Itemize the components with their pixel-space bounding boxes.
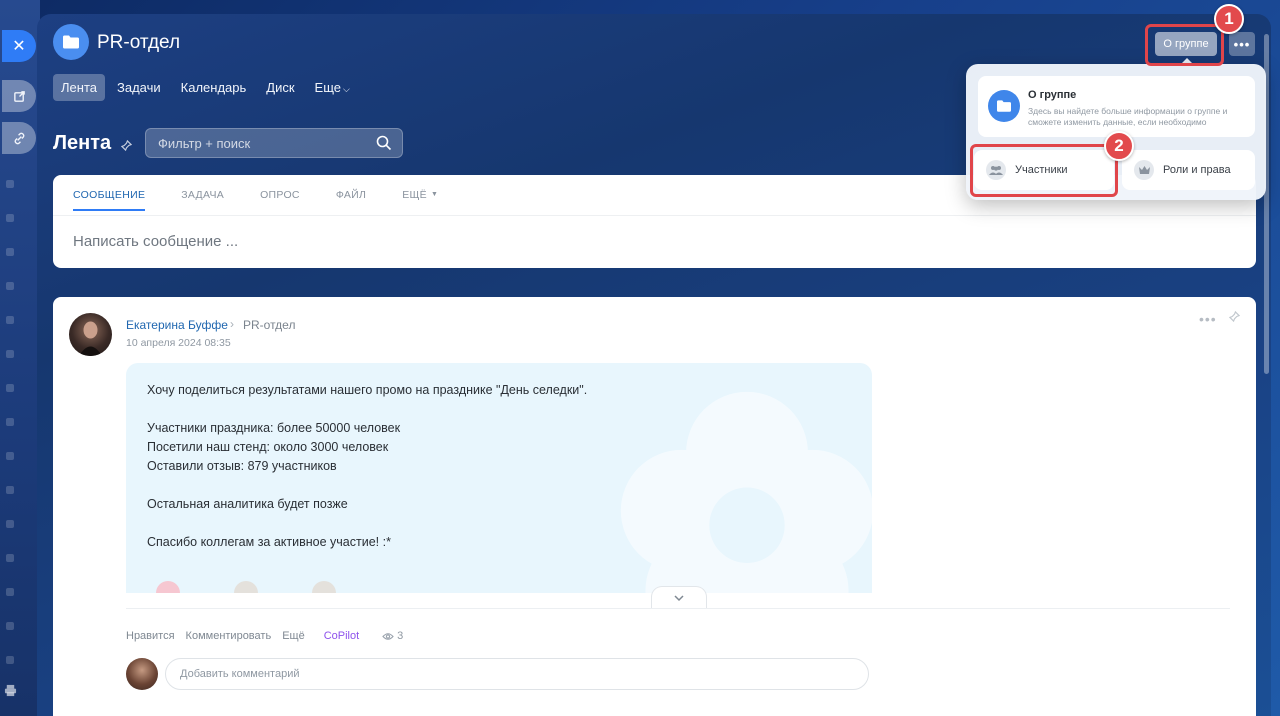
copilot-button[interactable]: CoPilot: [324, 630, 359, 642]
group-info-avatar: [988, 90, 1020, 122]
tab-file[interactable]: ФАЙЛ: [336, 189, 366, 211]
folder-icon: [63, 35, 79, 49]
folder-icon: [997, 100, 1011, 112]
chevron-right-icon: ›: [230, 317, 234, 331]
print-icon: [4, 684, 17, 700]
copy-link-button[interactable]: [2, 122, 36, 154]
post-line: Остальная аналитика будет позже: [147, 497, 348, 511]
step-badge-1: 1: [1214, 4, 1244, 34]
tab-message[interactable]: СООБЩЕНИЕ: [73, 189, 146, 211]
crown-icon: [1134, 160, 1154, 180]
search-input[interactable]: [146, 129, 366, 157]
views-count: 3: [397, 630, 404, 642]
left-panel: ✕: [0, 0, 40, 716]
close-slider-button[interactable]: ✕: [2, 30, 36, 62]
tab-task[interactable]: ЗАДАЧА: [181, 189, 224, 211]
highlight-members-button: [970, 144, 1118, 197]
feed-title: Лента: [53, 132, 112, 154]
highlight-about-button: [1145, 24, 1224, 66]
eye-icon: [382, 632, 394, 640]
more-options-button[interactable]: •••: [1229, 32, 1255, 56]
caret-down-icon: ▼: [430, 191, 439, 198]
composer-divider: [53, 215, 1256, 216]
external-link-icon: [13, 90, 25, 102]
tab-more[interactable]: ЕЩЁ ▼: [402, 189, 438, 211]
attachment-thumb[interactable]: [156, 581, 180, 593]
flower-background-icon: [620, 391, 872, 593]
group-nav: Лента Задачи Календарь Диск Еще ⌵: [53, 74, 358, 101]
post-date[interactable]: 10 апреля 2024 08:35: [126, 337, 231, 349]
post-line: [147, 400, 587, 419]
roles-rights-button[interactable]: Роли и права: [1122, 150, 1255, 190]
post-divider: [126, 608, 1230, 609]
filter-search-box[interactable]: [145, 128, 403, 158]
post-group-link[interactable]: PR-отдел: [243, 318, 295, 332]
attachment-thumb[interactable]: [234, 581, 258, 593]
group-info-card[interactable]: О группе Здесь вы найдете больше информа…: [978, 76, 1255, 137]
comment-input[interactable]: [166, 659, 868, 689]
nav-more-label: Еще: [314, 80, 341, 95]
group-info-title: О группе: [1028, 89, 1077, 101]
nav-feed[interactable]: Лента: [53, 74, 105, 101]
chevron-down-icon: ⌵: [342, 84, 350, 94]
tab-more-label: ЕЩЁ: [402, 189, 427, 201]
link-icon: [14, 132, 24, 144]
post-pin-icon[interactable]: [1228, 310, 1241, 325]
comment-box[interactable]: [165, 658, 869, 690]
attachment-thumb[interactable]: [312, 581, 336, 593]
post-line: Участники праздника: более 50000 человек: [147, 421, 401, 435]
nav-calendar[interactable]: Календарь: [173, 74, 255, 101]
nav-more[interactable]: Еще ⌵: [307, 74, 358, 101]
post-attachments-preview: [156, 581, 336, 593]
post-line: Хочу поделиться результатами нашего пром…: [147, 383, 588, 397]
post-more-icon[interactable]: •••: [1199, 311, 1217, 327]
close-icon: ✕: [12, 38, 26, 55]
chevron-down-icon: [674, 594, 684, 601]
post-actions: Нравится Комментировать Ещё CoPilot 3: [126, 630, 403, 642]
message-input[interactable]: Написать сообщение ...: [73, 233, 238, 250]
group-avatar: [53, 24, 89, 60]
post-line: Посетили наш стенд: около 3000 человек: [147, 440, 389, 454]
post-line: Спасибо коллегам за активное участие! :*: [147, 535, 391, 549]
search-icon[interactable]: [376, 135, 392, 151]
nav-tasks[interactable]: Задачи: [109, 74, 169, 101]
post-line: [147, 514, 587, 533]
more-actions-button[interactable]: Ещё: [282, 630, 305, 642]
nav-disk[interactable]: Диск: [258, 74, 302, 101]
post-body: Хочу поделиться результатами нашего пром…: [126, 363, 872, 593]
feed-post: Екатерина Буффе › PR-отдел 10 апреля 202…: [53, 297, 1256, 716]
like-button[interactable]: Нравится: [126, 630, 175, 642]
open-new-window-button[interactable]: [2, 80, 36, 112]
tab-poll[interactable]: ОПРОС: [260, 189, 300, 211]
current-user-avatar: [126, 658, 158, 690]
background-menu-items: [6, 180, 16, 690]
post-text: Хочу поделиться результатами нашего пром…: [147, 381, 587, 552]
author-avatar[interactable]: [69, 313, 112, 356]
group-info-description: Здесь вы найдете больше информации о гру…: [1028, 106, 1228, 127]
step-badge-2: 2: [1104, 131, 1134, 161]
pin-icon[interactable]: [120, 139, 133, 154]
composer-tabs: СООБЩЕНИЕ ЗАДАЧА ОПРОС ФАЙЛ ЕЩЁ ▼: [73, 189, 438, 211]
post-line: [147, 476, 587, 495]
post-author-link[interactable]: Екатерина Буффе: [126, 318, 228, 332]
group-title: PR-отдел: [97, 32, 181, 53]
expand-post-button[interactable]: [651, 586, 707, 608]
roles-label: Роли и права: [1163, 164, 1231, 176]
comment-button[interactable]: Комментировать: [186, 630, 272, 642]
post-line: Оставили отзыв: 879 участников: [147, 459, 337, 473]
views-counter[interactable]: 3: [382, 630, 403, 642]
